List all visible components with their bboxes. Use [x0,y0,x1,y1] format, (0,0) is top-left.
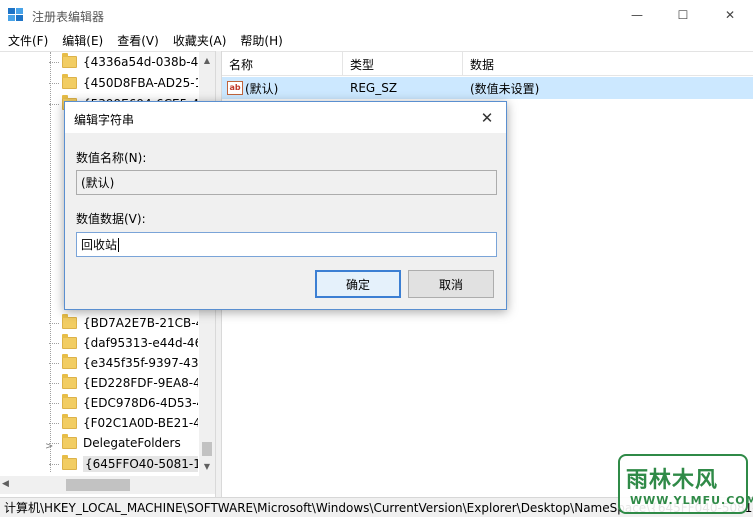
value-data-label: 数值数据(V): [76,212,146,226]
tree-item-label: {e345f35f-9397-435c [83,356,198,370]
tree-item-label: {F02C1A0D-BE21-435 [83,416,198,430]
watermark-url: WWW.YLMFU.COM [630,494,753,507]
value-data-text: 回收站 [81,238,118,252]
row-name: (默认) [245,81,279,96]
folder-icon [62,354,77,369]
folder-icon [62,74,77,89]
maximize-button[interactable]: ☐ [660,0,706,30]
menu-view[interactable]: 查看(V) [110,32,166,49]
value-name-label: 数值名称(N): [76,151,147,165]
list-header: 名称 类型 数据 [222,52,753,76]
tree-item-label: {645FFO40-5081-101B [83,456,198,472]
tree-item[interactable]: {F02C1A0D-BE21-435 [49,413,198,433]
menu-bar: 文件(F) 编辑(E) 查看(V) 收藏夹(A) 帮助(H) [0,30,753,51]
value-name-field: (默认) [76,170,497,195]
minimize-button[interactable]: — [614,0,660,30]
window-title: 注册表编辑器 [32,10,105,24]
dialog-title-bar: 编辑字符串 ✕ [65,102,506,133]
tree-item-label: DelegateFolders [83,436,181,450]
row-data: (数值未设置) [470,81,540,96]
minimize-icon: — [631,8,643,22]
folder-icon [62,394,77,409]
tree-item[interactable]: DelegateFolders [49,433,181,453]
ab-string-icon: ab [227,81,243,95]
tree-item-label: {EDC978D6-4D53-4b2 [83,396,198,410]
cancel-button[interactable]: 取消 [408,270,494,298]
text-caret [118,237,120,252]
tree-item[interactable]: {4336a54d-038b-4685 [49,52,198,72]
watermark-logo: 雨林木风 WWW.YLMFU.COM [618,454,753,514]
tree-item[interactable]: {ED228FDF-9EA8-487 [49,373,198,393]
tree-item[interactable]: {450D8FBA-AD25-11D [49,73,198,93]
row-name-cell: ab (默认) [222,77,343,99]
tree-item[interactable]: {e345f35f-9397-435c [49,353,198,373]
value-name-text: (默认) [81,176,115,190]
tree-item-label: {4336a54d-038b-4685 [83,55,198,69]
menu-edit[interactable]: 编辑(E) [55,32,110,49]
tree-horizontal-scrollbar[interactable]: ◀ [0,476,215,494]
tree-item[interactable]: {EDC978D6-4D53-4b2 [49,393,198,413]
table-row[interactable]: ab (默认) REG_SZ (数值未设置) [222,77,753,99]
watermark-text: 雨林木风 [626,468,719,493]
dialog-close-button[interactable]: ✕ [477,108,497,128]
tree-item-label: {daf95313-e44d-46af [83,336,198,350]
maximize-icon: ☐ [677,8,689,22]
folder-icon [62,314,77,329]
menu-favorites[interactable]: 收藏夹(A) [166,32,234,49]
close-button[interactable]: ✕ [707,0,753,30]
folder-icon [62,434,77,449]
value-data-input[interactable]: 回收站 [76,232,497,257]
folder-icon [62,334,77,349]
edit-string-dialog: 编辑字符串 ✕ 数值名称(N): (默认) 数值数据(V): 回收站 确定 取消 [64,101,507,310]
tree-item[interactable]: {BD7A2E7B-21CB-41B [49,313,198,333]
close-icon: ✕ [480,109,494,127]
ok-button[interactable]: 确定 [315,270,401,298]
title-bar: 注册表编辑器 — ☐ ✕ [0,0,753,30]
close-icon: ✕ [724,8,736,22]
tree-item-label: {450D8FBA-AD25-11D [83,76,198,90]
scroll-up-icon[interactable]: ▲ [199,52,215,68]
menu-help[interactable]: 帮助(H) [233,32,289,49]
tree-item-selected[interactable]: {645FFO40-5081-101B [49,454,198,474]
column-header-data[interactable]: 数据 [463,52,753,76]
column-header-type[interactable]: 类型 [343,52,463,76]
tree-item-label: {BD7A2E7B-21CB-41B [83,316,198,330]
scroll-left-icon[interactable]: ◀ [2,479,14,491]
tree-item[interactable]: {daf95313-e44d-46af [49,333,198,353]
column-header-name[interactable]: 名称 [222,52,343,76]
tree-item-label: {ED228FDF-9EA8-487 [83,376,198,390]
folder-icon [62,455,77,470]
folder-icon [62,374,77,389]
folder-icon [62,53,77,68]
scroll-down-icon[interactable]: ▼ [199,458,215,474]
registry-editor-icon [8,8,23,21]
scroll-thumb[interactable] [66,479,130,491]
menu-file[interactable]: 文件(F) [0,32,55,49]
dialog-title: 编辑字符串 [74,113,135,127]
scroll-thumb[interactable] [202,442,212,456]
row-type: REG_SZ [350,81,398,95]
folder-icon [62,414,77,429]
